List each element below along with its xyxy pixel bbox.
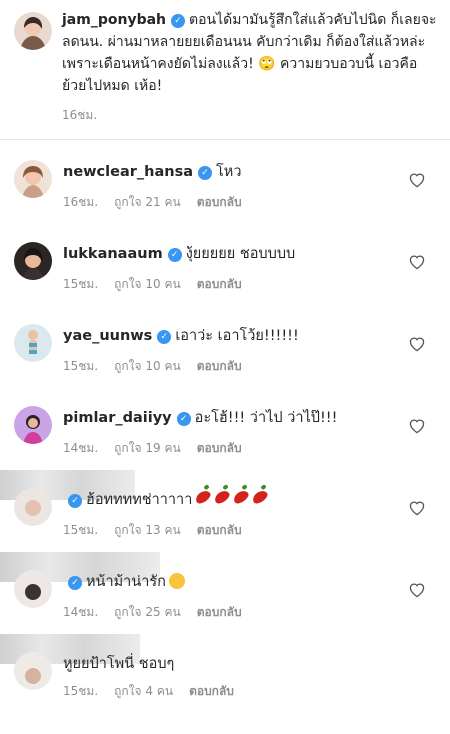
verified-badge-icon: ✓: [68, 576, 82, 590]
caption-timestamp: 16ชม.: [62, 108, 98, 122]
comment-avatar[interactable]: [14, 160, 52, 198]
comment-username[interactable]: pimlar_daiiyy: [63, 410, 172, 426]
comment-username[interactable]: newclear_hansa: [63, 164, 193, 180]
verified-badge-icon: ✓: [68, 494, 82, 508]
comment-time: 15ชม.: [63, 277, 99, 291]
comment-line: หูยยป้าโพนี่ ชอบๆ: [63, 654, 174, 674]
comment-text: โหว: [215, 164, 242, 180]
comment-text: เอาว่ะ เอาโว้ย!!!!!!: [175, 328, 299, 344]
comment-likes[interactable]: ถูกใจ 25 คน: [114, 605, 181, 619]
comment-line: ✓ ฮ้อททททช่าาาาา: [63, 488, 270, 510]
comment-time: 15ชม.: [63, 359, 99, 373]
comment-likes[interactable]: ถูกใจ 19 คน: [114, 441, 181, 455]
comment-time: 14ชม.: [63, 441, 99, 455]
comment-text: หน้าม้าน่ารัก: [86, 574, 166, 590]
comment-likes[interactable]: ถูกใจ 21 คน: [114, 195, 181, 209]
comment-meta: 16ชม. ถูกใจ 21 คน ตอบกลับ: [63, 193, 258, 212]
comment-likes[interactable]: ถูกใจ 13 คน: [114, 523, 181, 537]
heart-outline-icon[interactable]: [408, 500, 426, 516]
verified-badge-icon: ✓: [157, 330, 172, 344]
comment-meta: 14ชม. ถูกใจ 19 คน ตอบกลับ: [63, 439, 258, 458]
verified-badge-icon: ✓: [176, 412, 191, 426]
comment-meta: 15ชม. ถูกใจ 4 คน ตอบกลับ: [63, 682, 250, 701]
post-caption: jam_ponybah ✓ ตอนได้มามันรู้สึกใส่แล้วคับไ…: [0, 0, 450, 140]
comment-meta: 15ชม. ถูกใจ 13 คน ตอบกลับ: [63, 521, 258, 540]
caption-text: jam_ponybah ✓ ตอนได้มามันรู้สึกใส่แล้วคับไ…: [62, 9, 440, 97]
divider: [0, 139, 450, 140]
comment-avatar[interactable]: [14, 652, 52, 690]
comment-line: newclear_hansa ✓ โหว: [63, 162, 241, 182]
heart-outline-icon[interactable]: [408, 172, 426, 188]
comment-username[interactable]: yae_uunws: [63, 328, 152, 344]
heart-outline-icon[interactable]: [408, 254, 426, 270]
comment-avatar[interactable]: [14, 406, 52, 444]
comment-item: newclear_hansa ✓ โหว 16ชม. ถูกใจ 21 คน ตอบกล…: [0, 160, 450, 242]
chili-pepper-icon: [231, 488, 251, 506]
comment-item: yae_uunws ✓ เอาว่ะ เอาโว้ย!!!!!! 15ชม. ถูกใ…: [0, 324, 450, 406]
verified-badge-icon: ✓: [171, 14, 186, 28]
caption-username[interactable]: jam_ponybah: [62, 12, 166, 28]
comment-line: pimlar_daiiyy ✓ อะโฮ้!!! ว่าไป ว่าไป๊!!!: [63, 408, 337, 428]
chili-pepper-icon: [212, 488, 232, 506]
heart-outline-icon[interactable]: [408, 336, 426, 352]
reply-button[interactable]: ตอบกลับ: [197, 359, 242, 373]
comment-avatar[interactable]: [14, 242, 52, 280]
comment-text: หูยยป้าโพนี่ ชอบๆ: [63, 656, 175, 672]
comment-time: 16ชม.: [63, 195, 99, 209]
verified-badge-icon: ✓: [197, 166, 212, 180]
comment-meta: 15ชม. ถูกใจ 10 คน ตอบกลับ: [63, 275, 258, 294]
comment-likes[interactable]: ถูกใจ 10 คน: [114, 277, 181, 291]
comment-username[interactable]: lukkanaaum: [63, 246, 163, 262]
comment-avatar[interactable]: [14, 488, 52, 526]
reply-button[interactable]: ตอบกลับ: [197, 441, 242, 455]
comment-meta: 14ชม. ถูกใจ 25 คน ตอบกลับ: [63, 603, 258, 622]
comment-text: อะโฮ้!!! ว่าไป ว่าไป๊!!!: [194, 410, 338, 426]
heart-outline-icon[interactable]: [408, 582, 426, 598]
comment-text: ฮ้อททททช่าาาาา: [86, 492, 193, 508]
comment-item: lukkanaaum ✓ งุ้ยยยยย ชอบบบบ 15ชม. ถูกใจ 10…: [0, 242, 450, 324]
comment-meta: 15ชม. ถูกใจ 10 คน ตอบกลับ: [63, 357, 258, 376]
comment-line: ✓ หน้าม้าน่ารัก: [63, 572, 185, 592]
comment-avatar[interactable]: [14, 324, 52, 362]
comment-item: หูยยป้าโพนี่ ชอบๆ 15ชม. ถูกใจ 4 คน ตอบกลับ: [0, 634, 450, 734]
chili-pepper-icon: [250, 488, 270, 506]
comment-line: lukkanaaum ✓ งุ้ยยยยย ชอบบบบ: [63, 244, 295, 264]
comment-time: 15ชม.: [63, 523, 99, 537]
reply-button[interactable]: ตอบกลับ: [197, 277, 242, 291]
reply-button[interactable]: ตอบกลับ: [197, 605, 242, 619]
comment-time: 14ชม.: [63, 605, 99, 619]
reply-button[interactable]: ตอบกลับ: [197, 195, 242, 209]
verified-badge-icon: ✓: [167, 248, 182, 262]
comment-text: งุ้ยยยยย ชอบบบบ: [185, 246, 296, 262]
comment-line: yae_uunws ✓ เอาว่ะ เอาโว้ย!!!!!!: [63, 326, 299, 346]
comment-avatar[interactable]: [14, 570, 52, 608]
caption-avatar[interactable]: [14, 12, 52, 50]
comment-likes[interactable]: ถูกใจ 10 คน: [114, 359, 181, 373]
laughing-face-icon: [168, 573, 185, 589]
reply-button[interactable]: ตอบกลับ: [197, 523, 242, 537]
heart-outline-icon[interactable]: [408, 418, 426, 434]
chili-pepper-icon: [193, 488, 213, 506]
